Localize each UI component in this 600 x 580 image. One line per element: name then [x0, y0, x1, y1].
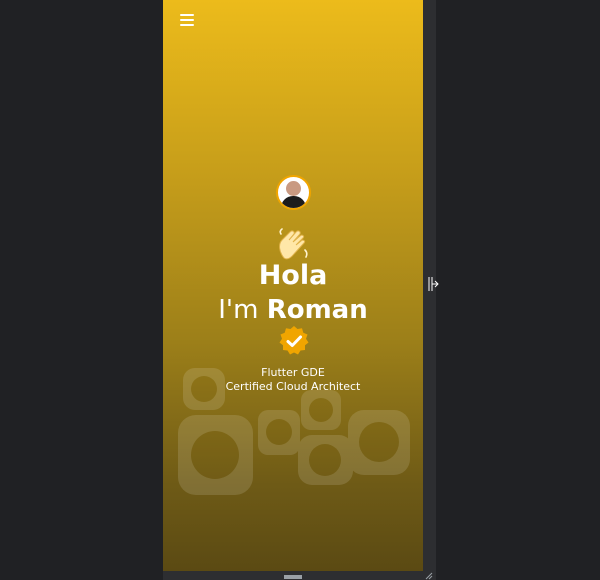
drag-handle-icon[interactable] — [284, 575, 302, 577]
greeting-heading: Hola — [258, 260, 328, 291]
resize-cursor-icon — [428, 277, 439, 291]
intro-name: Roman — [266, 295, 368, 325]
desktop-background: Hola I'm Roman Flutter GDE Certified Clo… — [0, 0, 600, 580]
intro-heading: I'm Roman — [163, 293, 423, 327]
bottom-bar — [163, 571, 436, 580]
intro-prefix: I'm — [218, 295, 267, 325]
hamburger-menu-icon[interactable] — [180, 14, 194, 26]
resize-grip-icon[interactable] — [425, 572, 433, 580]
subtitle-line-2: Certified Cloud Architect — [225, 380, 361, 393]
subtitle: Flutter GDE Certified Cloud Architect — [163, 366, 423, 394]
verified-badge-icon — [279, 326, 309, 355]
avatar[interactable] — [276, 175, 311, 210]
subtitle-line-1: Flutter GDE — [261, 366, 325, 379]
waving-hand-icon — [279, 228, 308, 260]
app-screen: Hola I'm Roman Flutter GDE Certified Clo… — [163, 0, 423, 571]
